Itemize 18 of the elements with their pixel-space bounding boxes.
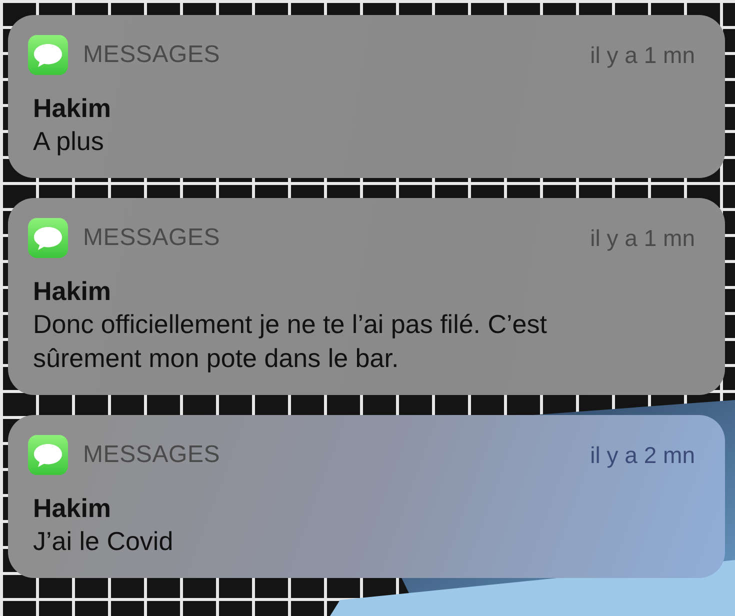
speech-bubble-icon bbox=[28, 218, 68, 258]
timestamp: il y a 1 mn bbox=[590, 224, 695, 252]
app-name: MESSAGES bbox=[83, 41, 222, 69]
app-name: MESSAGES bbox=[83, 224, 222, 252]
timestamp: il y a 1 mn bbox=[590, 42, 695, 68]
notification-card[interactable]: MESSAGES il y a 2 mn Hakim J’ai le Covid bbox=[8, 415, 725, 578]
speech-bubble-icon bbox=[28, 435, 68, 475]
speech-bubble-icon bbox=[28, 35, 68, 75]
sender-name: Hakim bbox=[33, 275, 112, 307]
message-text: A plus bbox=[33, 125, 105, 158]
app-name: MESSAGES bbox=[83, 441, 222, 469]
message-text: J’ai le Covid bbox=[33, 525, 174, 558]
message-text: Donc officiellement je ne te l’ai pas filé. C’est sûrement mon pote dans le bar. bbox=[33, 308, 548, 375]
notification-card[interactable]: MESSAGES il y a 1 mn Hakim Donc officiellement je ne te l’ai pas filé. C’est sûrement mon pote dans le bar. bbox=[8, 198, 725, 395]
notification-card[interactable]: MESSAGES il y a 1 mn Hakim A plus bbox=[8, 15, 725, 178]
sender-name: Hakim bbox=[33, 492, 112, 524]
sender-name: Hakim bbox=[33, 92, 112, 124]
timestamp: il y a 2 mn bbox=[590, 442, 695, 468]
